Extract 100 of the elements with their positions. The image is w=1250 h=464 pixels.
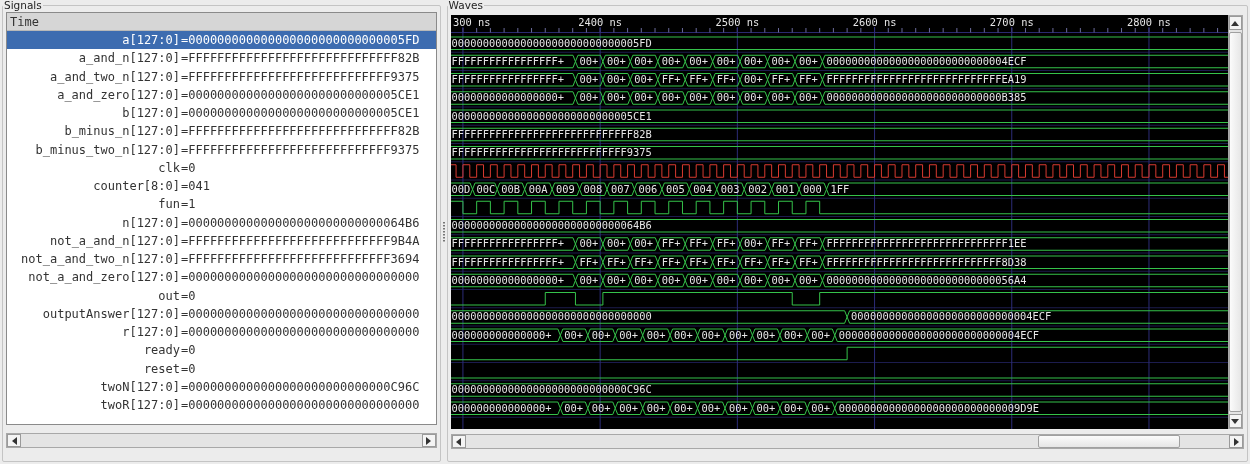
- bus-value: 00+: [756, 328, 775, 341]
- bus-value: FFFFFFFFFFFFFFFFFFFFFFFFFFFFF1EE: [826, 237, 1027, 250]
- signal-row[interactable]: a_and_n[127:0]=FFFFFFFFFFFFFFFFFFFFFFFFFFFFF82B: [7, 49, 436, 68]
- scroll-left-button[interactable]: [451, 435, 466, 448]
- bus-value: 000000000000000000000000000005FD: [451, 36, 652, 49]
- bus-value: 000000000000000000000000000064B6: [451, 219, 652, 231]
- down-arrow-icon: [1230, 416, 1241, 426]
- signal-value: =00000000000000000000000000005CE1: [181, 106, 420, 121]
- bus-value: FF+: [798, 73, 818, 85]
- bus-value: 003: [720, 182, 740, 195]
- signal-value: =0: [181, 361, 196, 376]
- signal-row[interactable]: b_minus_two_n[127:0]=FFFFFFFFFFFFFFFFFFFFFFFFFFFF9375: [7, 140, 436, 159]
- bus-value: 00000000000000000000000000004ECF: [826, 54, 1027, 67]
- signal-row[interactable]: n[127:0]=000000000000000000000000000064B6: [7, 213, 436, 232]
- bus-value: 00+: [810, 401, 830, 414]
- signal-value: =041: [181, 179, 210, 194]
- signal-row[interactable]: a_and_zero[127:0]=00000000000000000000000000005CE1: [7, 85, 436, 104]
- bus-value: 00+: [756, 401, 775, 414]
- bus-value: 00B: [500, 182, 520, 195]
- signal-value: =0000000000000000000000000000C96C: [181, 379, 420, 394]
- bus-value: 00+: [633, 91, 653, 104]
- bus-value: 00+: [563, 401, 583, 414]
- signal-row[interactable]: not_a_and_two_n[127:0]=FFFFFFFFFFFFFFFFFFFFFFFFFFFF3694: [7, 250, 436, 269]
- bus-value: 00+: [579, 237, 598, 250]
- bus-value: 002: [747, 182, 767, 195]
- bus-value: 00+: [606, 54, 626, 67]
- bus-value: 00000000000000000000000000004ECF: [838, 328, 1039, 341]
- bus-value: FF+: [798, 237, 818, 250]
- bus-value: FF+: [661, 237, 681, 250]
- bus-value: 0000000000000000000000000000C96C: [451, 383, 652, 396]
- bus-value: 00+: [618, 401, 638, 414]
- bus-value: 00C: [476, 182, 495, 195]
- bus-value: 00+: [673, 328, 693, 341]
- signal-value: =FFFFFFFFFFFFFFFFFFFFFFFFFFFF9B4A: [181, 233, 420, 248]
- signal-row[interactable]: not_a_and_n[127:0]=FFFFFFFFFFFFFFFFFFFFFFFFFFFF9B4A: [7, 231, 436, 250]
- scroll-up-button[interactable]: [1228, 16, 1242, 30]
- bus-value: 00+: [606, 237, 626, 250]
- column-header: Time: [7, 13, 436, 31]
- horizontal-scrollbar[interactable]: [450, 434, 1244, 449]
- signal-name: b_minus_n[127:0]: [64, 124, 181, 139]
- bus-value: 00+: [716, 273, 735, 286]
- bus-value: 00+: [563, 328, 583, 341]
- bus-value: FF+: [661, 255, 681, 268]
- scrollbar-thumb[interactable]: [1228, 32, 1242, 412]
- scroll-right-button[interactable]: [1229, 435, 1243, 448]
- bus-value: FF+: [716, 255, 735, 268]
- signal-row[interactable]: ready=0: [7, 341, 436, 360]
- signal-row[interactable]: twoN[127:0]=0000000000000000000000000000C96C: [7, 377, 436, 396]
- bus-value: 00+: [579, 54, 598, 67]
- right-arrow-icon: [1232, 436, 1240, 447]
- signal-row[interactable]: out=0: [7, 286, 436, 305]
- signal-row[interactable]: twoR[127:0]=00000000000000000000000000000000: [7, 396, 436, 415]
- horizontal-scrollbar[interactable]: [6, 433, 437, 448]
- signal-row[interactable]: reset=0: [7, 359, 436, 378]
- bus-value: 00+: [728, 401, 748, 414]
- signal-value: =1: [181, 197, 196, 212]
- signal-row[interactable]: r[127:0]=00000000000000000000000000000000: [7, 323, 436, 342]
- signal-row[interactable]: counter[8:0]=041: [7, 177, 436, 196]
- bus-value: 00+: [606, 91, 626, 104]
- signal-name: not_a_and_two_n[127:0]: [21, 252, 181, 267]
- bus-value: 00+: [688, 273, 708, 286]
- signal-name: b[127:0]: [122, 106, 181, 121]
- signal-row[interactable]: b[127:0]=00000000000000000000000000005CE1: [7, 104, 436, 123]
- bus-value: 00+: [591, 401, 611, 414]
- scroll-left-button[interactable]: [7, 434, 21, 447]
- bus-value: 00+: [688, 54, 708, 67]
- signal-name: reset: [143, 361, 181, 376]
- bus-value: 00+: [798, 54, 818, 67]
- bus-value: 00+: [673, 401, 693, 414]
- bus-value: 007: [610, 182, 630, 195]
- signal-value: =000000000000000000000000000005FD: [181, 33, 420, 48]
- bus-value: 1FF: [830, 182, 849, 195]
- signal-row[interactable]: a_and_two_n[127:0]=FFFFFFFFFFFFFFFFFFFFFFFFFFFF9375: [7, 67, 436, 86]
- signal-row[interactable]: a[127:0]=000000000000000000000000000005FD: [7, 31, 436, 50]
- bus-value: FFFFFFFFFFFFFFFFF+: [451, 54, 564, 67]
- bus-value: FFFFFFFFFFFFFFFFFFFFFFFFFFFF8D38: [826, 255, 1027, 268]
- signal-value: =000000000000000000000000000064B6: [181, 215, 420, 230]
- signal-row[interactable]: b_minus_n[127:0]=FFFFFFFFFFFFFFFFFFFFFFFFFFFFF82B: [7, 122, 436, 141]
- signal-row[interactable]: not_a_and_zero[127:0]=00000000000000000000000000000000: [7, 268, 436, 287]
- bus-value: 00+: [579, 273, 598, 286]
- signal-name: a_and_n[127:0]: [78, 51, 181, 66]
- signal-row[interactable]: outputAnswer[127:0]=00000000000000000000000000000000: [7, 304, 436, 323]
- scroll-down-button[interactable]: [1228, 414, 1242, 428]
- bus-value: 00+: [579, 91, 598, 104]
- resize-handle[interactable]: [442, 222, 445, 242]
- bus-value: 00+: [606, 273, 626, 286]
- bus-value: 00+: [783, 401, 803, 414]
- signal-name: r[127:0]: [122, 325, 181, 340]
- signal-row[interactable]: fun=1: [7, 195, 436, 214]
- bus-value: FFFFFFFFFFFFFFFFFFFFFFFFFFFFEA19: [826, 73, 1027, 85]
- scroll-right-button[interactable]: [421, 434, 436, 447]
- bus-value: 009: [555, 182, 575, 195]
- bus-value: 00+: [633, 54, 653, 67]
- signal-name: twoR[127:0]: [100, 398, 181, 413]
- bus-value: 00+: [591, 328, 611, 341]
- scrollbar-thumb[interactable]: [1037, 435, 1180, 448]
- signal-name: not_a_and_zero[127:0]: [28, 270, 181, 285]
- time-label: 2400 ns: [577, 16, 622, 28]
- signal-value: =FFFFFFFFFFFFFFFFFFFFFFFFFFFFF82B: [181, 51, 420, 66]
- signal-row[interactable]: clk=0: [7, 158, 436, 177]
